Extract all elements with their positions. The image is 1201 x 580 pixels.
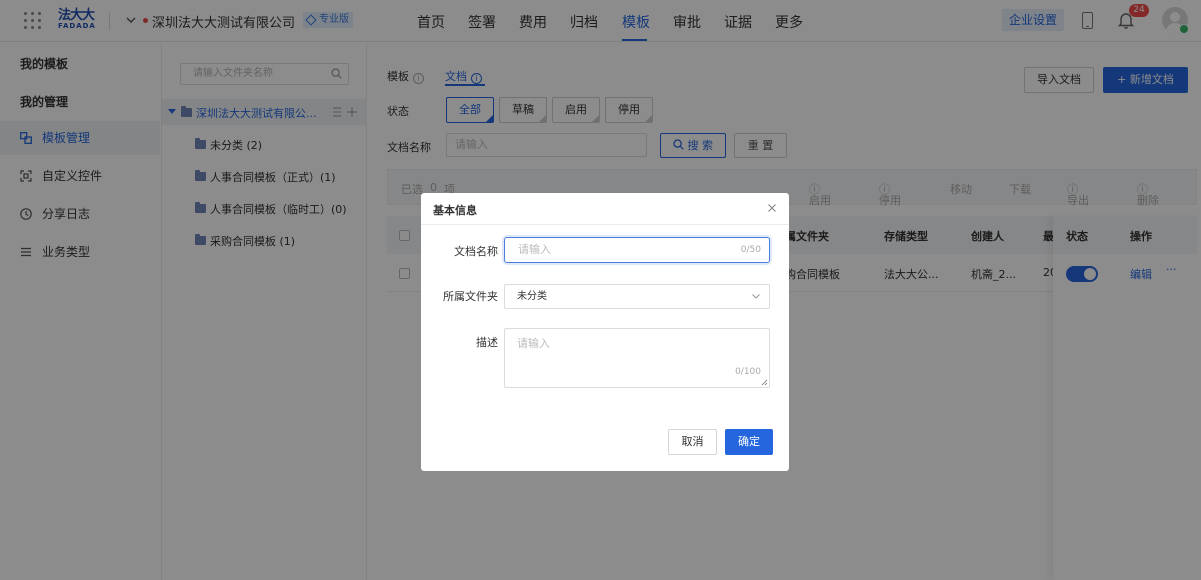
close-icon[interactable]	[766, 202, 778, 214]
folder-label: 所属文件夹	[443, 290, 498, 303]
folder-select[interactable]: 未分类	[504, 284, 770, 309]
cancel-button[interactable]: 取消	[668, 429, 717, 455]
confirm-button[interactable]: 确定	[725, 429, 773, 455]
modal-title: 基本信息	[433, 204, 477, 217]
chevron-down-icon	[752, 294, 760, 299]
modal-divider	[421, 224, 789, 225]
doc-name-placeholder: 请输入	[518, 243, 551, 256]
doc-name-label: 文档名称	[454, 245, 498, 258]
folder-select-value: 未分类	[517, 291, 547, 302]
doc-name-char-count: 0/50	[740, 245, 761, 255]
description-char-count: 0/100	[735, 367, 761, 377]
doc-name-input[interactable]: 请输入 0/50	[504, 237, 770, 263]
basic-info-modal: 基本信息 文档名称 请输入 0/50 所属文件夹 未分类 描述 请输入 0/10…	[421, 193, 789, 471]
resize-handle-icon[interactable]	[761, 379, 768, 386]
description-label: 描述	[476, 336, 498, 349]
description-placeholder: 请输入	[517, 337, 550, 350]
description-textarea[interactable]: 请输入 0/100	[504, 328, 770, 388]
